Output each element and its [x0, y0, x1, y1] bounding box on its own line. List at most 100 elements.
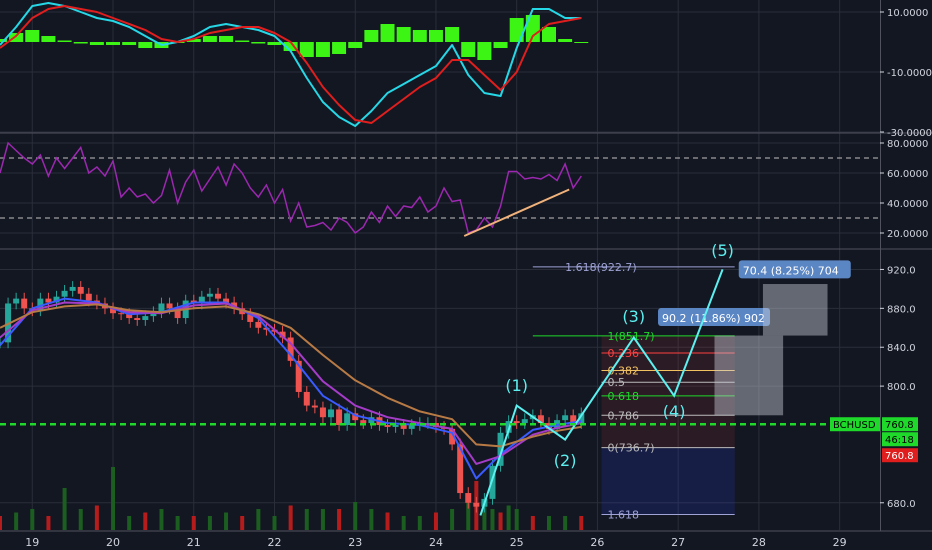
- macd-histogram-bar: [332, 42, 347, 54]
- macd-histogram-bar: [219, 36, 234, 42]
- candle-body: [562, 415, 569, 421]
- rsi-y-tick-label: 80.0000: [887, 139, 928, 150]
- x-tick-label: 21: [187, 536, 201, 549]
- volume-bar: [256, 509, 261, 530]
- macd-histogram-bar: [202, 36, 217, 42]
- macd-histogram-bar: [348, 42, 363, 48]
- price-y-tick-label: 880.0: [887, 304, 916, 315]
- volume-bar: [385, 512, 390, 530]
- chart-canvas: 1.618(922.7)1(851.7)0.2360.3820.50.6180.…: [0, 0, 932, 550]
- candle-body: [465, 493, 472, 503]
- macd-y-tick-label: 10.0000: [887, 8, 928, 19]
- price-y-tick-label: 840.0: [887, 343, 916, 354]
- macd-histogram-bar: [396, 27, 411, 42]
- volume-bar: [417, 516, 422, 530]
- macd-histogram-bar: [251, 42, 266, 44]
- volume-bar: [304, 509, 309, 530]
- candle-body: [13, 298, 20, 304]
- projection-label: 70.4 (8.25%) 704: [743, 264, 839, 277]
- projection-box: [714, 335, 784, 416]
- x-tick-label: 20: [106, 536, 120, 549]
- volume-bar: [320, 509, 325, 530]
- volume-bar: [46, 516, 51, 530]
- macd-histogram-bar: [493, 42, 508, 48]
- rsi-y-tick-label: 20.0000: [887, 229, 928, 240]
- macd-histogram-bar: [106, 42, 121, 45]
- candle-body: [255, 321, 262, 328]
- volume-bar: [191, 516, 196, 530]
- candle-body: [61, 290, 68, 297]
- volume-bar: [546, 516, 551, 530]
- volume-bar: [224, 512, 229, 530]
- candle-body: [142, 316, 149, 320]
- macd-histogram-bar: [73, 42, 88, 44]
- volume-bar: [579, 516, 584, 530]
- volume-bar: [143, 512, 148, 530]
- fib-level-1.618-label: 1.618: [607, 508, 639, 521]
- volume-bar: [498, 512, 503, 530]
- macd-histogram-bar: [25, 30, 40, 42]
- macd-y-tick-label: -30.0000: [887, 128, 932, 139]
- price-y-tick-label: 800.0: [887, 382, 916, 393]
- macd-histogram-bar: [558, 39, 573, 42]
- macd-histogram-bar: [299, 42, 314, 57]
- macd-histogram-bar: [315, 42, 330, 57]
- symbol-tag: BCHUSD: [833, 420, 876, 431]
- last-price-tag: 760.8: [885, 420, 914, 431]
- macd-y-tick-label: -10.0000: [887, 68, 932, 79]
- chart-window: 1.618(922.7) 1(851.7) 0.236 0.382 0.5 0.618 0.…: [0, 0, 932, 550]
- candle-body: [134, 318, 141, 320]
- candle-body: [77, 286, 84, 294]
- fib-zone-lower: [601, 447, 735, 515]
- wave-label: (4): [663, 402, 686, 421]
- macd-histogram-bar: [41, 36, 56, 42]
- x-tick-label: 29: [833, 536, 847, 549]
- macd-histogram-bar: [428, 30, 443, 42]
- volume-bar: [62, 488, 67, 530]
- macd-histogram-bar: [380, 24, 395, 42]
- volume-bar: [369, 509, 374, 530]
- wave-label: (1): [505, 376, 528, 395]
- x-tick-label: 22: [267, 536, 281, 549]
- fib-level-0.5-label: 0.5: [607, 376, 625, 389]
- x-tick-label: 27: [671, 536, 685, 549]
- fib-level-1.618-label: 1.618(922.7): [565, 261, 637, 274]
- volume-bar: [401, 516, 406, 530]
- macd-histogram-bar: [267, 42, 282, 45]
- volume-bar: [175, 516, 180, 530]
- countdown-tag: 46:18: [885, 435, 914, 446]
- candle-body: [521, 419, 528, 424]
- rsi-y-tick-label: 60.0000: [887, 169, 928, 180]
- volume-bar: [0, 516, 2, 530]
- wave-label: (5): [711, 241, 734, 260]
- candle-body: [85, 293, 92, 301]
- candle-body: [21, 298, 28, 309]
- volume-bar: [127, 516, 132, 530]
- volume-bar: [353, 502, 358, 530]
- volume-bar: [506, 505, 511, 530]
- macd-histogram-bar: [89, 42, 104, 45]
- candle-body: [513, 421, 520, 424]
- close-price-tag: 760.8: [885, 451, 914, 462]
- x-tick-label: 19: [25, 536, 39, 549]
- macd-histogram-bar: [461, 42, 476, 57]
- candle-body: [206, 293, 213, 297]
- candle-body: [319, 407, 326, 418]
- candle-body: [336, 409, 343, 425]
- x-tick-label: 23: [348, 536, 362, 549]
- volume-bar: [111, 467, 116, 530]
- volume-bar: [207, 516, 212, 530]
- candle-body: [69, 286, 76, 291]
- projection-box: [762, 284, 828, 336]
- candle-body: [214, 293, 221, 299]
- macd-histogram-bar: [412, 30, 427, 42]
- fib-level-0-label: 0(736.7): [607, 442, 654, 455]
- volume-bar: [530, 516, 535, 530]
- macd-histogram-bar: [122, 42, 137, 45]
- x-tick-label: 24: [429, 536, 443, 549]
- candle-body: [311, 405, 318, 408]
- candle-body: [473, 502, 480, 507]
- price-y-tick-label: 680.0: [887, 499, 916, 510]
- volume-bar: [94, 505, 99, 530]
- candle-body: [328, 409, 335, 418]
